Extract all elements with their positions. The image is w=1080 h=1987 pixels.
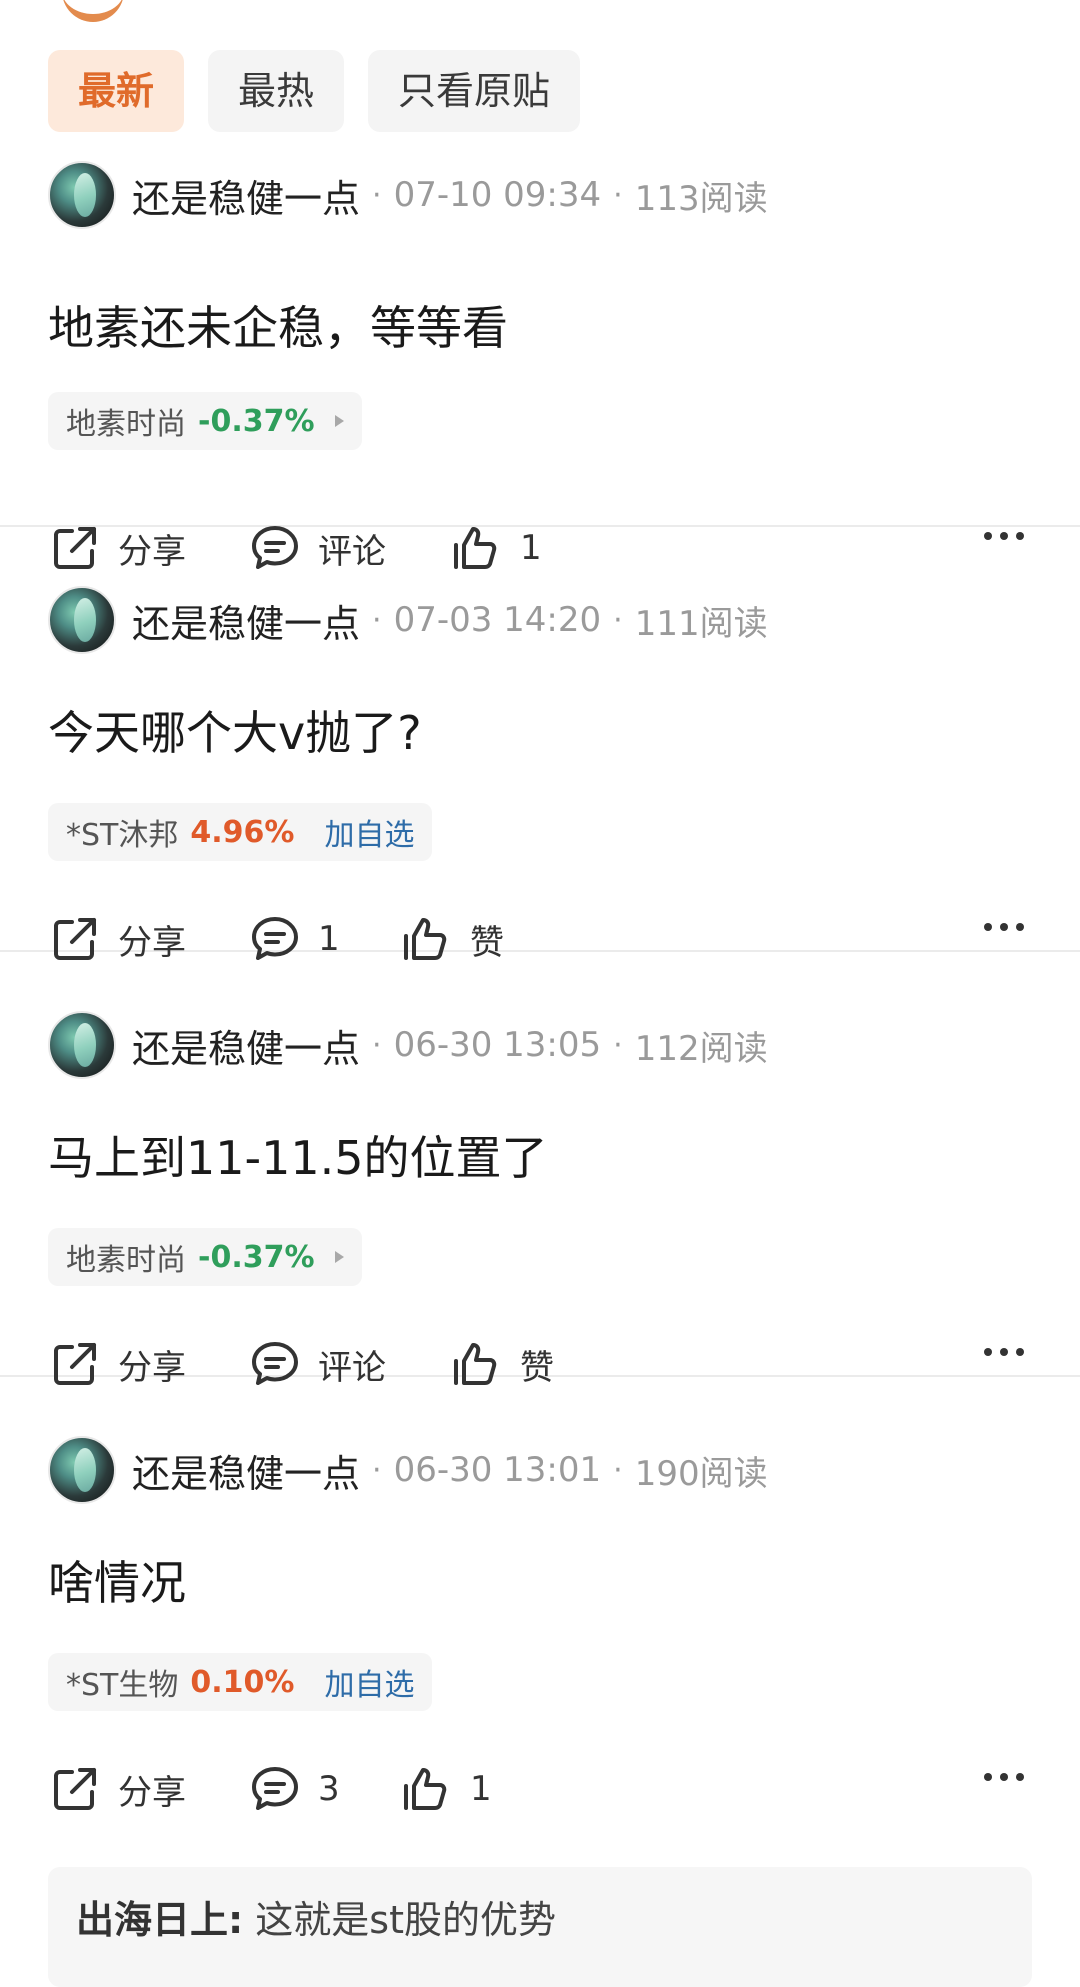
stock-tag[interactable]: 地素时尚 -0.37% (48, 1228, 362, 1286)
read-count: 113阅读 (634, 178, 768, 219)
post-content[interactable]: 啥情况 (48, 1547, 186, 1613)
post-time: 06-30 13:01 (393, 1450, 602, 1490)
more-options-icon[interactable] (984, 1348, 1024, 1356)
post-feed: 还是稳健一点 · 07-10 09:34 · 113阅读 地素还未企稳，等等看 … (0, 148, 1080, 1987)
post-time: 07-03 14:20 (393, 600, 602, 640)
avatar[interactable] (48, 1011, 116, 1079)
post-content[interactable]: 今天哪个大v抛了? (48, 697, 422, 763)
post-actions: 分享 3 1 (48, 1759, 1032, 1819)
more-options-icon[interactable] (984, 923, 1024, 931)
reply-user[interactable]: 出海日上: (76, 1898, 243, 1942)
author-name[interactable]: 还是稳健一点 (132, 168, 360, 223)
avatar[interactable] (48, 1436, 116, 1504)
post-meta: 还是稳健一点 · 07-03 14:20 · 111阅读 (48, 585, 768, 655)
post-content[interactable]: 地素还未企稳，等等看 (48, 292, 508, 358)
post-item: 还是稳健一点 · 07-03 14:20 · 111阅读 今天哪个大v抛了? *… (0, 527, 1080, 963)
add-watchlist-button[interactable]: 加自选 (324, 810, 414, 854)
post-meta: 还是稳健一点 · 06-30 13:01 · 190阅读 (48, 1435, 768, 1505)
like-button[interactable]: 1 (400, 1759, 492, 1819)
post-item: 还是稳健一点 · 07-10 09:34 · 113阅读 地素还未企稳，等等看 … (0, 148, 1080, 572)
stock-change: -0.37% (198, 1239, 315, 1275)
tab-original-only[interactable]: 只看原贴 (368, 50, 581, 132)
caret-right-icon (334, 415, 344, 427)
post-meta: 还是稳健一点 · 07-10 09:34 · 113阅读 (48, 160, 768, 230)
comment-count: 3 (318, 1769, 340, 1809)
read-count: 112阅读 (634, 1028, 768, 1069)
reply-text: 这就是st股的优势 (255, 1898, 556, 1942)
stock-tag[interactable]: *ST生物 0.10% 加自选 (48, 1653, 433, 1711)
post-item: 还是稳健一点 · 06-30 13:01 · 190阅读 啥情况 *ST生物 0… (0, 1377, 1080, 1987)
post-time: 06-30 13:05 (393, 1025, 602, 1065)
comment-icon (252, 1767, 298, 1810)
post-item: 还是稳健一点 · 06-30 13:05 · 112阅读 马上到11-11.5的… (0, 952, 1080, 1388)
share-label: 分享 (118, 1772, 186, 1813)
reply-preview[interactable]: 出海日上: 这就是st股的优势 (48, 1867, 1032, 1987)
tab-hot[interactable]: 最热 (208, 50, 345, 132)
avatar[interactable] (48, 586, 116, 654)
stock-name: 地素时尚 (66, 1243, 186, 1278)
stock-name: *ST生物 (66, 1668, 179, 1703)
more-options-icon[interactable] (984, 1773, 1024, 1781)
share-button[interactable]: 分享 (48, 1759, 186, 1819)
caret-right-icon (334, 1251, 344, 1263)
share-icon (54, 1768, 96, 1810)
thumbs-up-icon (404, 1768, 447, 1810)
stock-name: 地素时尚 (66, 407, 186, 442)
post-content[interactable]: 马上到11-11.5的位置了 (48, 1122, 548, 1188)
author-name[interactable]: 还是稳健一点 (132, 593, 360, 648)
like-count: 1 (470, 1769, 492, 1809)
comment-button[interactable]: 3 (248, 1759, 340, 1819)
add-watchlist-button[interactable]: 加自选 (324, 1660, 414, 1704)
stock-change: -0.37% (198, 403, 315, 439)
stock-name: *ST沐邦 (66, 818, 179, 853)
stock-change: 4.96% (190, 814, 295, 850)
tab-latest[interactable]: 最新 (48, 50, 185, 132)
post-meta: 还是稳健一点 · 06-30 13:05 · 112阅读 (48, 1010, 768, 1080)
sort-tabs: 最新 最热 只看原贴 (48, 50, 581, 132)
post-time: 07-10 09:34 (393, 175, 602, 215)
header-decoration (62, 0, 124, 22)
stock-tag[interactable]: 地素时尚 -0.37% (48, 392, 362, 450)
author-name[interactable]: 还是稳健一点 (132, 1443, 360, 1498)
read-count: 190阅读 (634, 1453, 768, 1494)
stock-tag[interactable]: *ST沐邦 4.96% 加自选 (48, 803, 433, 861)
avatar[interactable] (48, 161, 116, 229)
author-name[interactable]: 还是稳健一点 (132, 1018, 360, 1073)
read-count: 111阅读 (634, 603, 768, 644)
stock-change: 0.10% (190, 1664, 295, 1700)
